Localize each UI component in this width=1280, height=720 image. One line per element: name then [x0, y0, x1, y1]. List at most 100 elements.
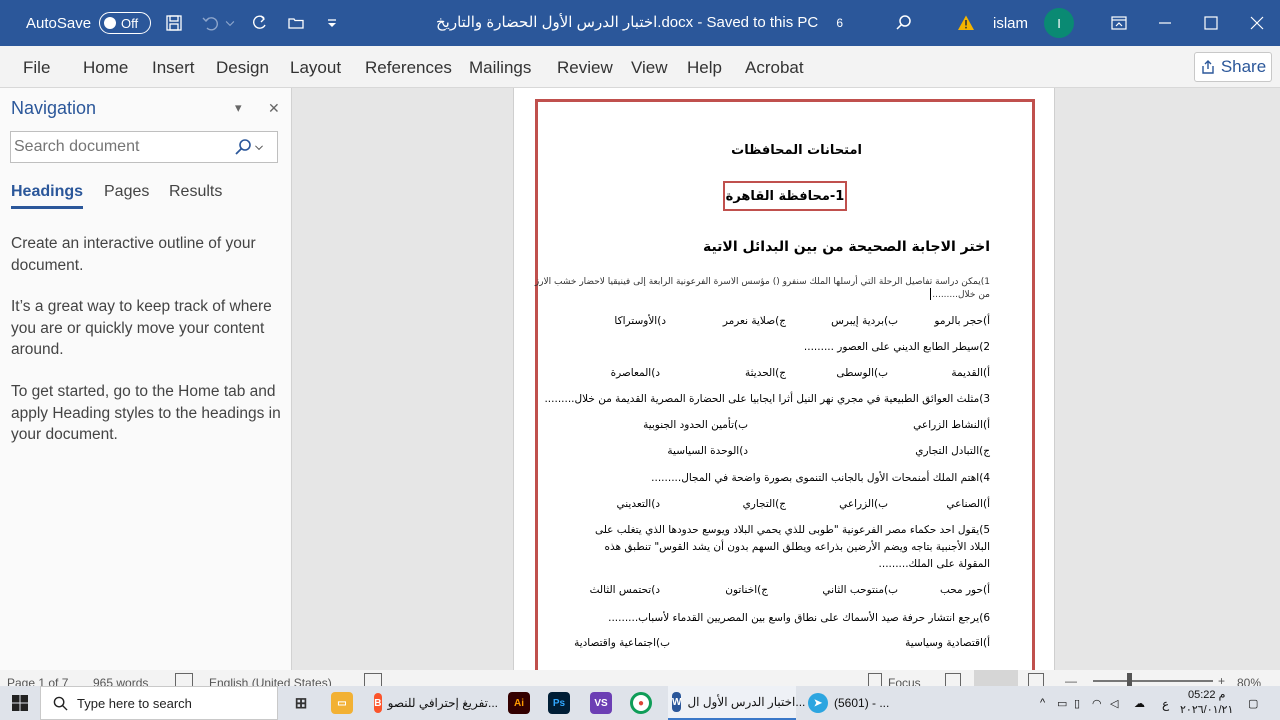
maximize-icon[interactable] [1188, 0, 1234, 46]
q5-option-d: د)تحتمس الثالث [589, 584, 660, 596]
word-icon: W [672, 692, 682, 712]
search-input[interactable] [11, 138, 233, 156]
tab-help[interactable]: Help [687, 58, 722, 78]
tab-results[interactable]: Results [169, 183, 222, 201]
notifications-icon[interactable]: ▢ [1248, 697, 1258, 710]
tab-layout[interactable]: Layout [290, 58, 341, 78]
volume-icon[interactable]: ◁ [1110, 697, 1118, 710]
tab-pages[interactable]: Pages [104, 183, 149, 201]
search-icon[interactable] [891, 10, 917, 36]
q2-option-d: د)المعاصرة [610, 367, 660, 379]
tab-design[interactable]: Design [216, 58, 269, 78]
network-icon[interactable]: ▭ [1057, 697, 1067, 710]
battery-icon[interactable]: ▯ [1074, 697, 1080, 710]
zoom-level[interactable]: 80% [1237, 676, 1261, 686]
search-box [10, 131, 278, 163]
redo-icon[interactable] [247, 10, 273, 36]
wifi-icon[interactable]: ◠ [1092, 697, 1102, 710]
close-icon[interactable] [1234, 0, 1280, 46]
open-folder-icon[interactable] [283, 10, 309, 36]
pane-close-icon[interactable]: ✕ [268, 100, 280, 117]
toggle-knob [104, 17, 117, 29]
warning-icon[interactable] [953, 10, 979, 36]
q3: 3)مثلث العوائق الطبيعية في مجري نهر الني… [544, 393, 990, 405]
illustrator-icon[interactable]: Ai [508, 692, 530, 714]
onedrive-icon[interactable]: ☁ [1134, 697, 1145, 710]
tab-file[interactable]: File [23, 58, 50, 78]
undo-dropdown-icon[interactable] [223, 10, 237, 36]
avatar[interactable]: I [1044, 8, 1074, 38]
print-layout-button[interactable] [974, 670, 1018, 686]
q2-option-b: ب)الوسطى [836, 367, 888, 379]
system-clock[interactable]: 05:22 م ٢٠٢٦/٠١/٢١ [1180, 688, 1233, 718]
tab-mailings[interactable]: Mailings [469, 58, 531, 78]
document-canvas[interactable]: امتحانات المحافظات 1-محافظة القاهرة اختر… [293, 88, 1280, 670]
visual-studio-icon[interactable]: VS [590, 692, 612, 714]
tab-headings[interactable]: Headings [11, 183, 83, 201]
web-layout-icon[interactable] [1028, 673, 1044, 686]
word-label: اختبار الدرس الأول ال... [687, 695, 806, 709]
q1-line1: 1)يمكن دراسة تفاصيل الرحلة التي أرسلها ا… [534, 277, 990, 287]
autosave-label: AutoSave [26, 14, 92, 32]
q1-line2: من خلال......... [932, 290, 990, 300]
tab-references[interactable]: References [365, 58, 452, 78]
customize-toolbar-icon[interactable] [319, 10, 345, 36]
search-icon[interactable] [233, 137, 253, 157]
word-count[interactable]: 965 words [93, 676, 148, 686]
show-hidden-icons[interactable]: ^ [1040, 697, 1045, 709]
language[interactable]: English (United States) [209, 676, 332, 686]
page-count[interactable]: Page 1 of 7 [7, 676, 68, 686]
clock-date: ٢٠٢٦/٠١/٢١ [1180, 704, 1234, 716]
tab-insert[interactable]: Insert [152, 58, 195, 78]
taskbar-search[interactable]: Type here to search [40, 686, 278, 720]
autosave-state: Off [121, 15, 139, 31]
focus-icon[interactable] [868, 673, 882, 686]
q3-option-b: ب)تأمين الحدود الجنوبية [643, 419, 748, 431]
taskbar-word[interactable]: W اختبار الدرس الأول ال... [668, 686, 805, 720]
input-language[interactable]: ع [1162, 697, 1169, 711]
q1-option-c: ج)صلاية نعرمر [722, 315, 786, 327]
q4-option-c: ج)التجاري [742, 498, 786, 510]
save-icon[interactable] [161, 10, 187, 36]
accessibility-icon[interactable] [364, 673, 382, 686]
minimize-icon[interactable] [1142, 0, 1188, 46]
undo-icon[interactable] [197, 10, 223, 36]
focus-label[interactable]: Focus [888, 676, 921, 686]
pane-options-icon[interactable]: ▾ [235, 100, 242, 116]
taskbar-brave[interactable]: B تفريغ إحترافي للنصو... [370, 686, 498, 720]
document-title: اختبار الدرس الأول الحضارة والتاريخ.docx… [436, 13, 843, 31]
q4-option-d: د)التعديني [616, 498, 660, 510]
clock-time: 05:22 م [1187, 689, 1226, 701]
brave-icon: B [374, 693, 382, 713]
chrome-icon[interactable]: ● [630, 692, 652, 714]
q3-option-c: ج)التبادل التجاري [915, 445, 990, 457]
tab-view[interactable]: View [631, 58, 668, 78]
user-name[interactable]: islam [993, 15, 1028, 32]
telegram-label: (5601) - ... [834, 696, 890, 710]
autosave-toggle[interactable]: Off [99, 12, 152, 34]
windows-start-icon[interactable] [0, 686, 40, 720]
tab-acrobat[interactable]: Acrobat [745, 58, 804, 78]
proofing-icon[interactable] [175, 673, 193, 686]
share-button[interactable]: Share [1194, 52, 1272, 82]
tab-home[interactable]: Home [83, 58, 128, 78]
q4: 4)اهتم الملك أمنمحات الأول بالجانب التنم… [651, 472, 990, 484]
search-dropdown-icon[interactable] [253, 137, 265, 157]
zoom-out-icon[interactable]: — [1065, 674, 1077, 686]
q6: 6)يرجع انتشار حرفة صيد الأسماك على نطاق … [608, 612, 990, 624]
taskbar-telegram[interactable]: ➤ (5601) - ... [804, 686, 914, 720]
zoom-slider[interactable] [1093, 680, 1213, 682]
ribbon-display-options-icon[interactable] [1096, 0, 1142, 46]
zoom-slider-thumb[interactable] [1127, 673, 1132, 686]
file-explorer-icon[interactable]: ▭ [331, 692, 353, 714]
q1-option-b: ب)بردية إيبرس [831, 315, 898, 327]
tab-review[interactable]: Review [557, 58, 613, 78]
task-view-icon[interactable]: ⊞ [290, 692, 312, 714]
ribbon-tabs: File Home Insert Design Layout Reference… [0, 46, 1280, 88]
photoshop-icon[interactable]: Ps [548, 692, 570, 714]
zoom-in-icon[interactable]: + [1218, 674, 1225, 686]
brave-label: تفريغ إحترافي للنصو... [387, 696, 498, 710]
q4-option-b: ب)الزراعي [839, 498, 888, 510]
read-mode-icon[interactable] [945, 673, 961, 686]
document-page[interactable]: امتحانات المحافظات 1-محافظة القاهرة اختر… [513, 88, 1055, 670]
